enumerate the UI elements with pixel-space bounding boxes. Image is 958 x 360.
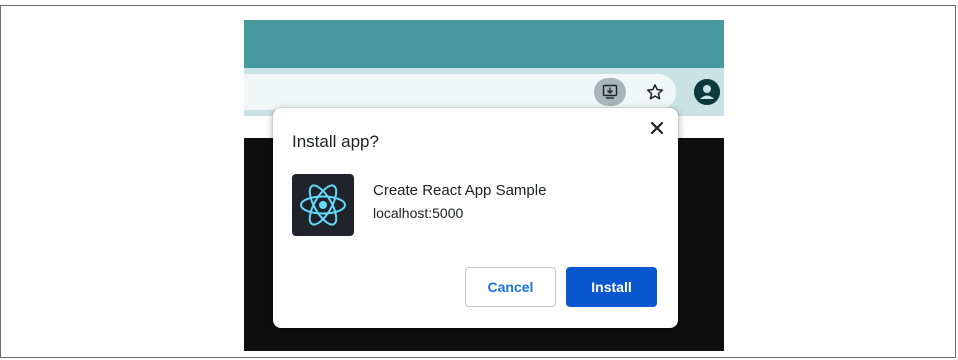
install-app-dialog: Install app? Create React App Sample loc… [273, 108, 678, 328]
close-button[interactable] [647, 118, 667, 138]
install-app-button[interactable] [594, 78, 626, 106]
star-icon [646, 84, 664, 100]
avatar-icon [694, 79, 720, 105]
app-origin: localhost:5000 [373, 205, 464, 221]
app-icon [292, 174, 354, 236]
install-app-icon [602, 84, 618, 99]
install-button[interactable]: Install [566, 267, 657, 307]
react-logo-icon [300, 184, 346, 226]
close-icon [651, 122, 663, 134]
app-name: Create React App Sample [373, 182, 547, 199]
bookmark-button[interactable] [642, 78, 668, 106]
cancel-button[interactable]: Cancel [465, 267, 556, 307]
dialog-title: Install app? [292, 132, 379, 151]
profile-button[interactable] [694, 79, 720, 105]
browser-title-bar [244, 20, 724, 68]
